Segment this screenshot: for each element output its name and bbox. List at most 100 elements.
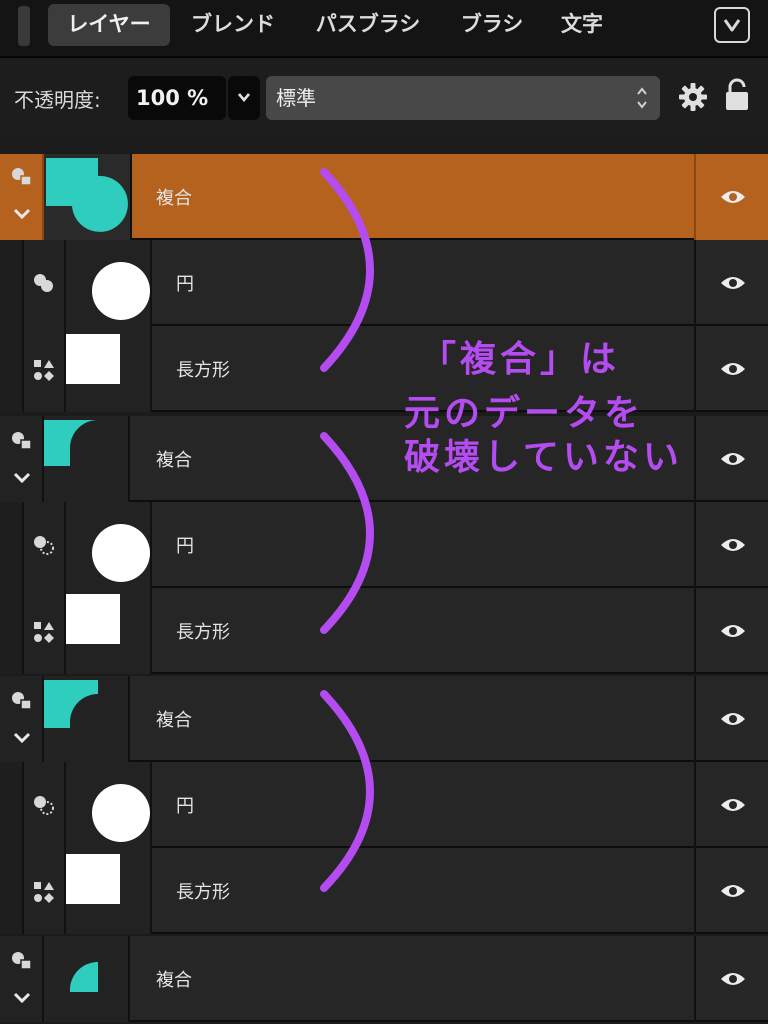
compound-layer-icon (12, 952, 32, 970)
blend-mode-select[interactable]: 標準 (266, 76, 660, 120)
layer-controls (0, 936, 44, 1022)
visibility-toggle[interactable] (694, 502, 768, 588)
layer-row-rectangle[interactable]: 長方形 (0, 848, 768, 934)
eye-icon (721, 277, 745, 289)
tab-blend[interactable]: ブレンド (178, 4, 288, 46)
up-down-arrows-icon (637, 87, 647, 109)
visibility-toggle[interactable] (694, 936, 768, 1022)
eye-icon (721, 363, 745, 375)
layer-thumbnail (44, 154, 132, 240)
opacity-input[interactable]: 100 % (128, 76, 226, 120)
eye-icon (721, 973, 745, 985)
layer-thumbnail (66, 762, 152, 848)
shapes-icon (34, 882, 54, 903)
layer-row-rectangle[interactable]: 長方形 (0, 588, 768, 674)
compound-layer-icon (12, 432, 32, 450)
expand-chevron-icon[interactable] (13, 472, 31, 484)
compound-shape-thumbnail (69, 961, 98, 992)
eye-icon (721, 539, 745, 551)
expand-chevron-icon[interactable] (13, 992, 31, 1004)
circle-thumbnail (92, 262, 150, 320)
layer-controls (0, 240, 66, 326)
layer-controls (0, 588, 66, 674)
panel-tab-bar: レイヤー ブレンド パスブラシ ブラシ 文字 (0, 0, 768, 58)
expand-chevron-icon[interactable] (13, 732, 31, 744)
layer-options-bar: 不透明度: 100 % 標準 (0, 58, 768, 136)
opacity-dropdown-button[interactable] (228, 76, 260, 120)
compound-shape-thumbnail (46, 158, 128, 232)
rectangle-thumbnail (66, 594, 120, 644)
compound-layer-icon (12, 168, 32, 186)
layer-thumbnail (66, 848, 152, 934)
tab-brush[interactable]: ブラシ (448, 4, 536, 46)
eye-icon (721, 625, 745, 637)
layer-name: 複合 (156, 710, 192, 731)
eye-icon (721, 885, 745, 897)
layer-controls (0, 848, 66, 934)
tab-path-brush[interactable]: パスブラシ (302, 4, 434, 46)
layer-name: 長方形 (176, 882, 230, 903)
layer-row-compound[interactable]: 複合 (0, 936, 768, 1022)
panel-grip-handle[interactable] (18, 6, 30, 46)
eye-icon (721, 713, 745, 725)
rectangle-thumbnail (66, 334, 120, 384)
layer-controls (0, 416, 44, 502)
visibility-toggle[interactable] (694, 416, 768, 502)
visibility-toggle[interactable] (694, 588, 768, 674)
eye-icon (721, 191, 745, 203)
circle-shape-icon (34, 796, 54, 815)
layer-row-circle[interactable]: 円 (0, 240, 768, 326)
compound-shape-thumbnail (44, 680, 98, 728)
layer-row-compound[interactable]: 複合 (0, 154, 768, 240)
layer-thumbnail (66, 240, 152, 326)
compound-layer-icon (12, 692, 32, 710)
layer-thumbnail (44, 676, 130, 762)
visibility-toggle[interactable] (694, 154, 768, 240)
tab-layers[interactable]: レイヤー (48, 4, 170, 46)
gear-icon[interactable] (678, 82, 708, 112)
eye-icon (721, 453, 745, 465)
layer-row-rectangle[interactable]: 長方形 (0, 326, 768, 412)
blend-mode-value: 標準 (276, 86, 316, 110)
circle-thumbnail (92, 784, 150, 842)
layer-list: 複合 円 長方形 複合 円 長方形 複合 円 長方形 複合 (0, 136, 768, 1024)
panel-menu-button[interactable] (714, 7, 750, 43)
visibility-toggle[interactable] (694, 676, 768, 762)
layer-row-circle[interactable]: 円 (0, 762, 768, 848)
compound-shape-thumbnail (44, 420, 98, 466)
lock-icon[interactable] (724, 78, 750, 112)
rectangle-thumbnail (66, 854, 120, 904)
layer-name: 複合 (156, 188, 192, 209)
eye-icon (721, 799, 745, 811)
visibility-toggle[interactable] (694, 240, 768, 326)
expand-chevron-icon[interactable] (13, 208, 31, 220)
chevron-down-icon (723, 19, 741, 32)
layer-controls (0, 502, 66, 588)
layer-thumbnail (66, 502, 152, 588)
layer-name: 長方形 (176, 360, 230, 381)
layer-name: 複合 (156, 970, 192, 991)
layer-controls (0, 676, 44, 762)
layer-name: 長方形 (176, 622, 230, 643)
chevron-down-icon (238, 93, 250, 102)
layer-row-compound[interactable]: 複合 (0, 416, 768, 502)
layer-thumbnail (66, 326, 152, 412)
layer-row-circle[interactable]: 円 (0, 502, 768, 588)
layer-thumbnail (44, 416, 130, 502)
circle-shape-icon (34, 274, 53, 292)
layer-controls (0, 154, 44, 240)
layer-name: 円 (176, 274, 194, 295)
shapes-icon (34, 360, 54, 381)
layer-name: 円 (176, 536, 194, 557)
layer-row-compound[interactable]: 複合 (0, 676, 768, 762)
visibility-toggle[interactable] (694, 762, 768, 848)
visibility-toggle[interactable] (694, 848, 768, 934)
visibility-toggle[interactable] (694, 326, 768, 412)
shapes-icon (34, 622, 54, 643)
layer-controls (0, 762, 66, 848)
tab-text[interactable]: 文字 (550, 4, 614, 46)
layer-thumbnail (44, 936, 130, 1022)
circle-thumbnail (92, 524, 150, 582)
layer-controls (0, 326, 66, 412)
layer-name: 円 (176, 796, 194, 817)
